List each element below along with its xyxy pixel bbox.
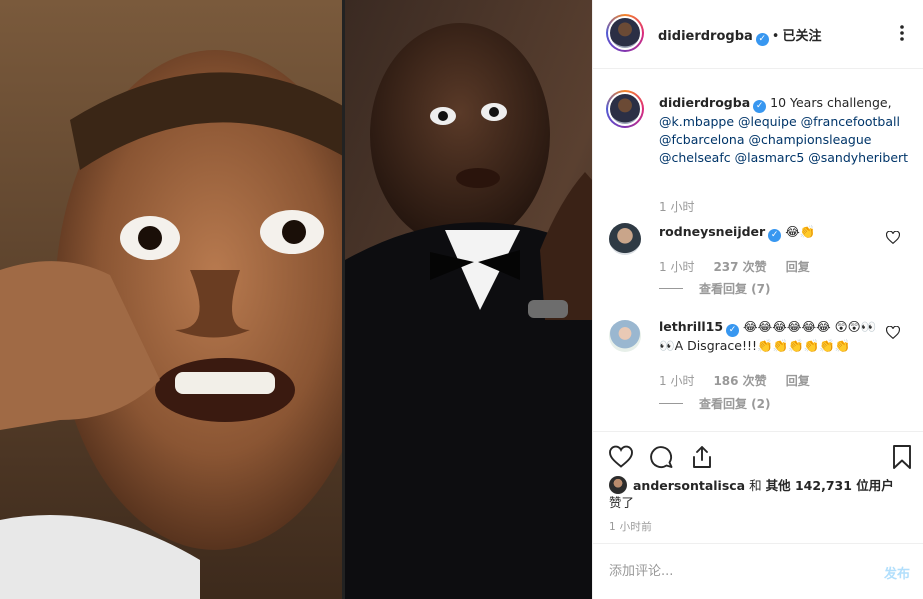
- mention-link[interactable]: @fcbarcelona: [659, 132, 745, 147]
- verified-badge-icon: ✓: [753, 100, 767, 113]
- comment-input[interactable]: [609, 558, 859, 584]
- post-header: didierdrogba ✓ • 已关注: [593, 0, 923, 69]
- likes-connector: 和: [749, 478, 762, 493]
- replies-dash: [659, 403, 683, 404]
- comment-timestamp[interactable]: 1 小时: [659, 260, 694, 274]
- mention-link[interactable]: @sandyheribert: [808, 150, 908, 165]
- view-replies-label: 查看回复 (7): [699, 282, 771, 296]
- post-side-panel: didierdrogba ✓ • 已关注 didierdrogba ✓ 10 Years…: [592, 0, 923, 599]
- post-actions: andersontalisca 和 其他 142,731 位用户 赞了 1 小时…: [593, 431, 923, 541]
- caption-username[interactable]: didierdrogba: [659, 95, 750, 110]
- add-comment-bar: 发布: [593, 543, 923, 599]
- reply-button[interactable]: 回复: [786, 374, 810, 388]
- mention-link[interactable]: @lequipe: [738, 114, 797, 129]
- comment-item: rodneysneijder ✓ 😂👏: [659, 223, 884, 242]
- commenter-avatar[interactable]: [609, 320, 641, 352]
- caption-text: 10 Years challenge,: [770, 95, 892, 110]
- comment-icon[interactable]: [648, 444, 674, 470]
- verified-badge-icon: ✓: [768, 229, 782, 242]
- comment-like-count[interactable]: 186 次赞: [713, 374, 766, 388]
- caption-timestamp[interactable]: 1 小时: [659, 198, 694, 215]
- author-username[interactable]: didierdrogba: [658, 29, 753, 44]
- likes-summary: andersontalisca 和 其他 142,731 位用户 赞了: [609, 476, 909, 511]
- following-button[interactable]: 已关注: [782, 29, 821, 44]
- likes-suffix: 赞了: [609, 495, 635, 510]
- reply-button[interactable]: 回复: [786, 260, 810, 274]
- view-replies-label: 查看回复 (2): [699, 397, 771, 411]
- comment-like-heart-icon[interactable]: [885, 325, 901, 340]
- likes-others-prefix: 其他: [765, 478, 791, 493]
- post-comment-button[interactable]: 发布: [884, 563, 910, 582]
- author-line: didierdrogba ✓ • 已关注: [658, 25, 821, 46]
- view-replies-button[interactable]: 查看回复 (2): [659, 395, 771, 412]
- likes-count: 142,731 位用户: [794, 478, 894, 493]
- like-heart-icon[interactable]: [608, 444, 634, 470]
- post-image[interactable]: [0, 0, 592, 599]
- verified-badge-icon: ✓: [755, 33, 769, 46]
- commenter-username[interactable]: rodneysneijder: [659, 224, 765, 239]
- comments-list: didierdrogba ✓ 10 Years challenge, @k.mba…: [593, 70, 923, 430]
- view-replies-button[interactable]: 查看回复 (7): [659, 280, 771, 297]
- comment-meta: 1 小时 186 次赞 回复: [659, 372, 829, 389]
- liker-username[interactable]: andersontalisca: [633, 478, 745, 493]
- separator-dot: •: [771, 29, 780, 44]
- bookmark-icon[interactable]: [889, 444, 915, 470]
- post-photo-collage: [0, 0, 592, 599]
- commenter-avatar[interactable]: [609, 223, 641, 255]
- more-options-icon[interactable]: [894, 23, 910, 43]
- mention-link[interactable]: @francefootball: [801, 114, 900, 129]
- comment-timestamp[interactable]: 1 小时: [659, 374, 694, 388]
- comment-like-count[interactable]: 237 次赞: [713, 260, 766, 274]
- comment-meta: 1 小时 237 次赞 回复: [659, 258, 829, 275]
- share-icon[interactable]: [689, 444, 715, 470]
- liker-avatar[interactable]: [609, 476, 627, 494]
- caption-author-avatar[interactable]: [606, 90, 644, 128]
- comment-text: 😂👏: [785, 224, 816, 239]
- mention-link[interactable]: @championsleague: [748, 132, 871, 147]
- post-timestamp[interactable]: 1 小时前: [609, 519, 652, 534]
- author-avatar[interactable]: [606, 14, 644, 52]
- mention-link[interactable]: @chelseafc: [659, 150, 731, 165]
- likes-others-link[interactable]: 其他 142,731 位用户: [766, 478, 894, 493]
- comment-like-heart-icon[interactable]: [885, 230, 901, 245]
- comment-item: lethrill15 ✓ 😂😂😂😂😂😂 😲😲👀👀A Disgrace!!!👏👏👏👏…: [659, 318, 884, 355]
- mention-link[interactable]: @k.mbappe: [659, 114, 734, 129]
- verified-badge-icon: ✓: [726, 324, 740, 337]
- replies-dash: [659, 288, 683, 289]
- commenter-username[interactable]: lethrill15: [659, 319, 723, 334]
- collage-divider: [342, 0, 345, 599]
- caption: didierdrogba ✓ 10 Years challenge, @k.mba…: [659, 94, 914, 168]
- mention-link[interactable]: @lasmarc5: [735, 150, 805, 165]
